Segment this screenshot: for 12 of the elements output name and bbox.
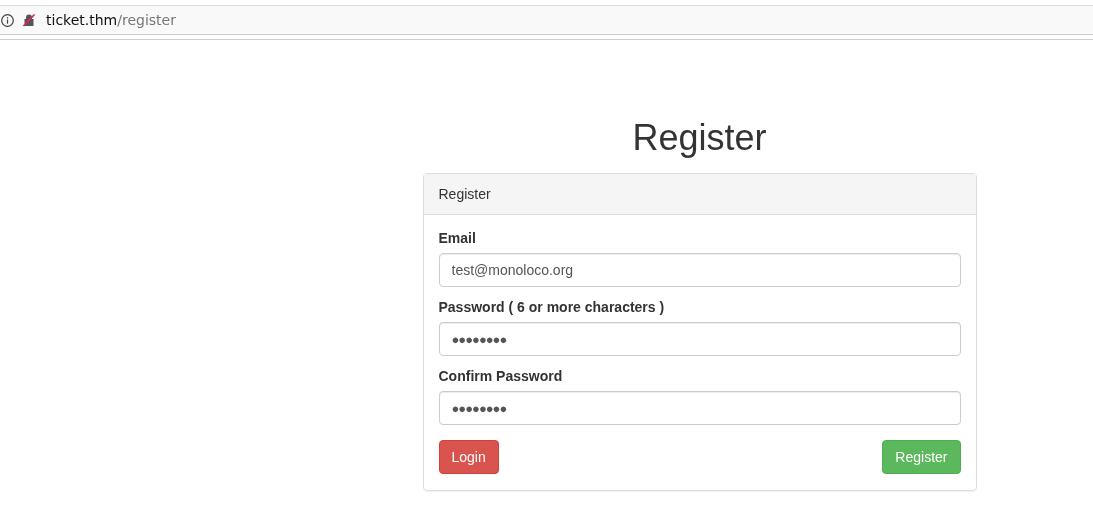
page-heading: Register: [632, 117, 767, 159]
input-field[interactable]: ●●●●●●●●: [438, 391, 961, 425]
info-icon[interactable]: [1, 13, 14, 27]
field-label: Confirm Password: [438, 368, 564, 384]
input-field[interactable]: test@monoloco.org: [438, 253, 961, 287]
insecure-lock-icon[interactable]: [22, 13, 36, 27]
input-field[interactable]: ●●●●●●●●: [438, 322, 961, 356]
panel-heading: Register: [438, 186, 491, 202]
field-label: Password ( 6 or more characters ): [438, 299, 666, 315]
field-label: Email: [438, 230, 477, 246]
login-button[interactable]: Login: [438, 440, 499, 474]
url-text[interactable]: ticket.thm/register: [46, 12, 176, 28]
